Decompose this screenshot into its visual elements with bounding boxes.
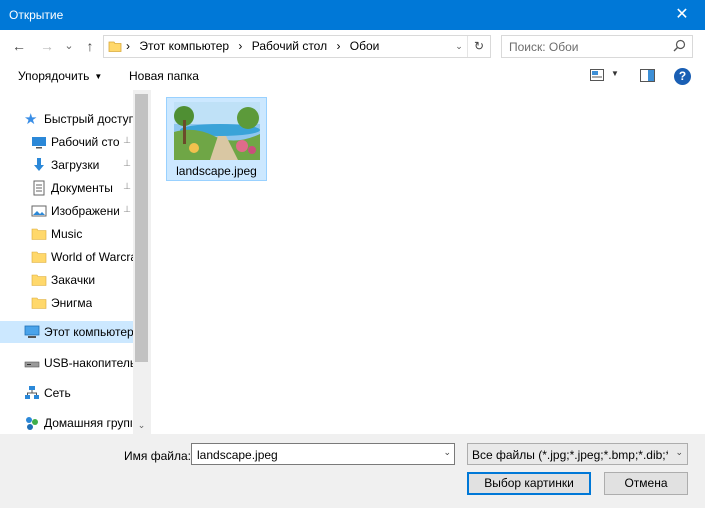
recent-locations-icon[interactable]: ⌄ [59, 37, 79, 55]
search-icon[interactable] [673, 39, 686, 52]
close-icon[interactable]: ✕ [659, 0, 705, 30]
sidebar-item-label: Документы [51, 181, 113, 195]
sidebar-item-homegroup[interactable]: Домашняя групп [0, 412, 133, 434]
filename-label: Имя файла: [124, 449, 191, 463]
command-toolbar: Упорядочить ▼ Новая папка ▼ ? [0, 62, 705, 91]
search-placeholder: Поиск: Обои [509, 40, 579, 54]
sidebar-item-downloads[interactable]: Загрузки ⊥ [0, 154, 133, 176]
image-thumbnail [174, 102, 260, 160]
sidebar-item-this-pc[interactable]: Этот компьютер [0, 321, 134, 343]
computer-icon [24, 325, 40, 338]
sidebar-item-usb-drive[interactable]: USB-накопитель [0, 352, 137, 374]
sidebar-item-label: Закачки [51, 273, 96, 287]
sidebar-item-label: Домашняя групп [44, 416, 132, 430]
network-icon [25, 386, 39, 399]
view-options-dropdown-icon[interactable]: ▼ [611, 69, 619, 78]
caret-down-icon: ▼ [94, 72, 103, 81]
homegroup-icon [26, 417, 38, 430]
folder-icon [108, 41, 122, 52]
sidebar-item-enigma[interactable]: Энигма [0, 292, 133, 314]
title-bar: Открытие ✕ [0, 0, 705, 30]
open-button[interactable]: Выбор картинки [467, 472, 591, 495]
sidebar-item-label: Music [51, 227, 83, 241]
folder-icon [31, 274, 47, 286]
window-title: Открытие [9, 8, 64, 22]
help-icon[interactable]: ? [674, 68, 691, 85]
desktop-icon [32, 137, 46, 149]
folder-icon [31, 228, 47, 240]
sidebar-item-label: Изображени [51, 204, 119, 218]
folder-icon [31, 251, 47, 263]
pin-icon: ⊥ [123, 204, 131, 214]
pictures-icon [31, 205, 47, 217]
back-arrow-icon[interactable]: ← [9, 37, 29, 55]
new-folder-button[interactable]: Новая папка [129, 69, 199, 83]
refresh-icon[interactable]: ↻ [467, 36, 490, 57]
sidebar-item-desktop[interactable]: Рабочий сто. ⊥ [0, 131, 133, 153]
sidebar-item-label: World of Warcra [51, 250, 133, 264]
file-item-landscape[interactable]: landscape.jpeg [166, 97, 267, 181]
breadcrumb-separator: › [238, 39, 243, 53]
cancel-button[interactable]: Отмена [604, 472, 688, 495]
breadcrumb: › Этот компьютер › Рабочий стол › Обои [126, 39, 385, 53]
organize-label: Упорядочить [18, 69, 90, 83]
breadcrumb-desktop[interactable]: Рабочий стол [252, 39, 327, 53]
folder-icon [31, 297, 47, 309]
scroll-down-icon[interactable]: ⌄ [133, 420, 150, 431]
download-icon [34, 158, 44, 171]
breadcrumb-separator: › [126, 39, 130, 53]
organize-button[interactable]: Упорядочить ▼ [18, 69, 102, 83]
sidebar-item-zakachki[interactable]: Закачки [0, 269, 133, 291]
sidebar-item-label: USB-накопитель [44, 356, 137, 370]
change-view-icon[interactable] [590, 69, 604, 81]
filename-combobox[interactable]: landscape.jpeg ⌄ [191, 443, 455, 465]
up-arrow-icon[interactable]: ↑ [80, 37, 100, 55]
address-dropdown-icon[interactable]: ⌄ [452, 38, 466, 54]
breadcrumb-wallpapers[interactable]: Обои [350, 39, 380, 53]
sidebar-item-label: Этот компьютер [44, 325, 134, 339]
file-type-select[interactable]: Все файлы (*.jpg;*.jpeg;*.bmp;*.dib;*.p … [467, 443, 688, 465]
sidebar-item-quick-access[interactable]: ★ Быстрый доступ [0, 108, 136, 130]
sidebar-item-label: Загрузки [51, 158, 100, 172]
search-box[interactable]: Поиск: Обои [501, 35, 693, 58]
file-type-value: Все файлы (*.jpg;*.jpeg;*.bmp;*.dib;*.p [472, 448, 668, 462]
pin-icon: ⊥ [123, 181, 131, 191]
forward-arrow-icon[interactable]: → [37, 37, 57, 55]
chevron-down-icon[interactable]: ⌄ [675, 447, 683, 458]
sidebar-item-world-of-warcraft[interactable]: World of Warcra [0, 246, 133, 268]
breadcrumb-separator: › [336, 39, 341, 53]
preview-pane-icon[interactable] [640, 69, 655, 82]
chevron-down-icon[interactable]: ⌄ [443, 447, 451, 458]
usb-drive-icon [24, 361, 40, 368]
scrollbar-thumb[interactable] [135, 94, 148, 362]
sidebar-item-label: Сеть [44, 386, 71, 400]
star-icon: ★ [24, 111, 38, 128]
navigation-pane: ★ Быстрый доступ Рабочий сто. ⊥ Загрузки… [0, 90, 150, 434]
sidebar-item-network[interactable]: Сеть [0, 382, 133, 404]
document-icon [33, 180, 45, 196]
address-bar[interactable]: › Этот компьютер › Рабочий стол › Обои ⌄… [103, 35, 491, 58]
sidebar-scrollbar[interactable]: ⌄ [133, 90, 150, 434]
sidebar-item-pictures[interactable]: Изображени ⊥ [0, 200, 133, 222]
file-name: landscape.jpeg [176, 164, 257, 178]
sidebar-item-documents[interactable]: Документы ⊥ [0, 177, 133, 199]
pin-icon: ⊥ [123, 135, 131, 145]
sidebar-item-label: Быстрый доступ [44, 112, 136, 126]
breadcrumb-this-pc[interactable]: Этот компьютер [139, 39, 229, 53]
sidebar-item-label: Энигма [51, 296, 93, 310]
sidebar-item-label: Рабочий сто. [51, 135, 119, 149]
pin-icon: ⊥ [123, 158, 131, 168]
filename-input[interactable]: landscape.jpeg [197, 448, 278, 462]
sidebar-item-music[interactable]: Music [0, 223, 133, 245]
